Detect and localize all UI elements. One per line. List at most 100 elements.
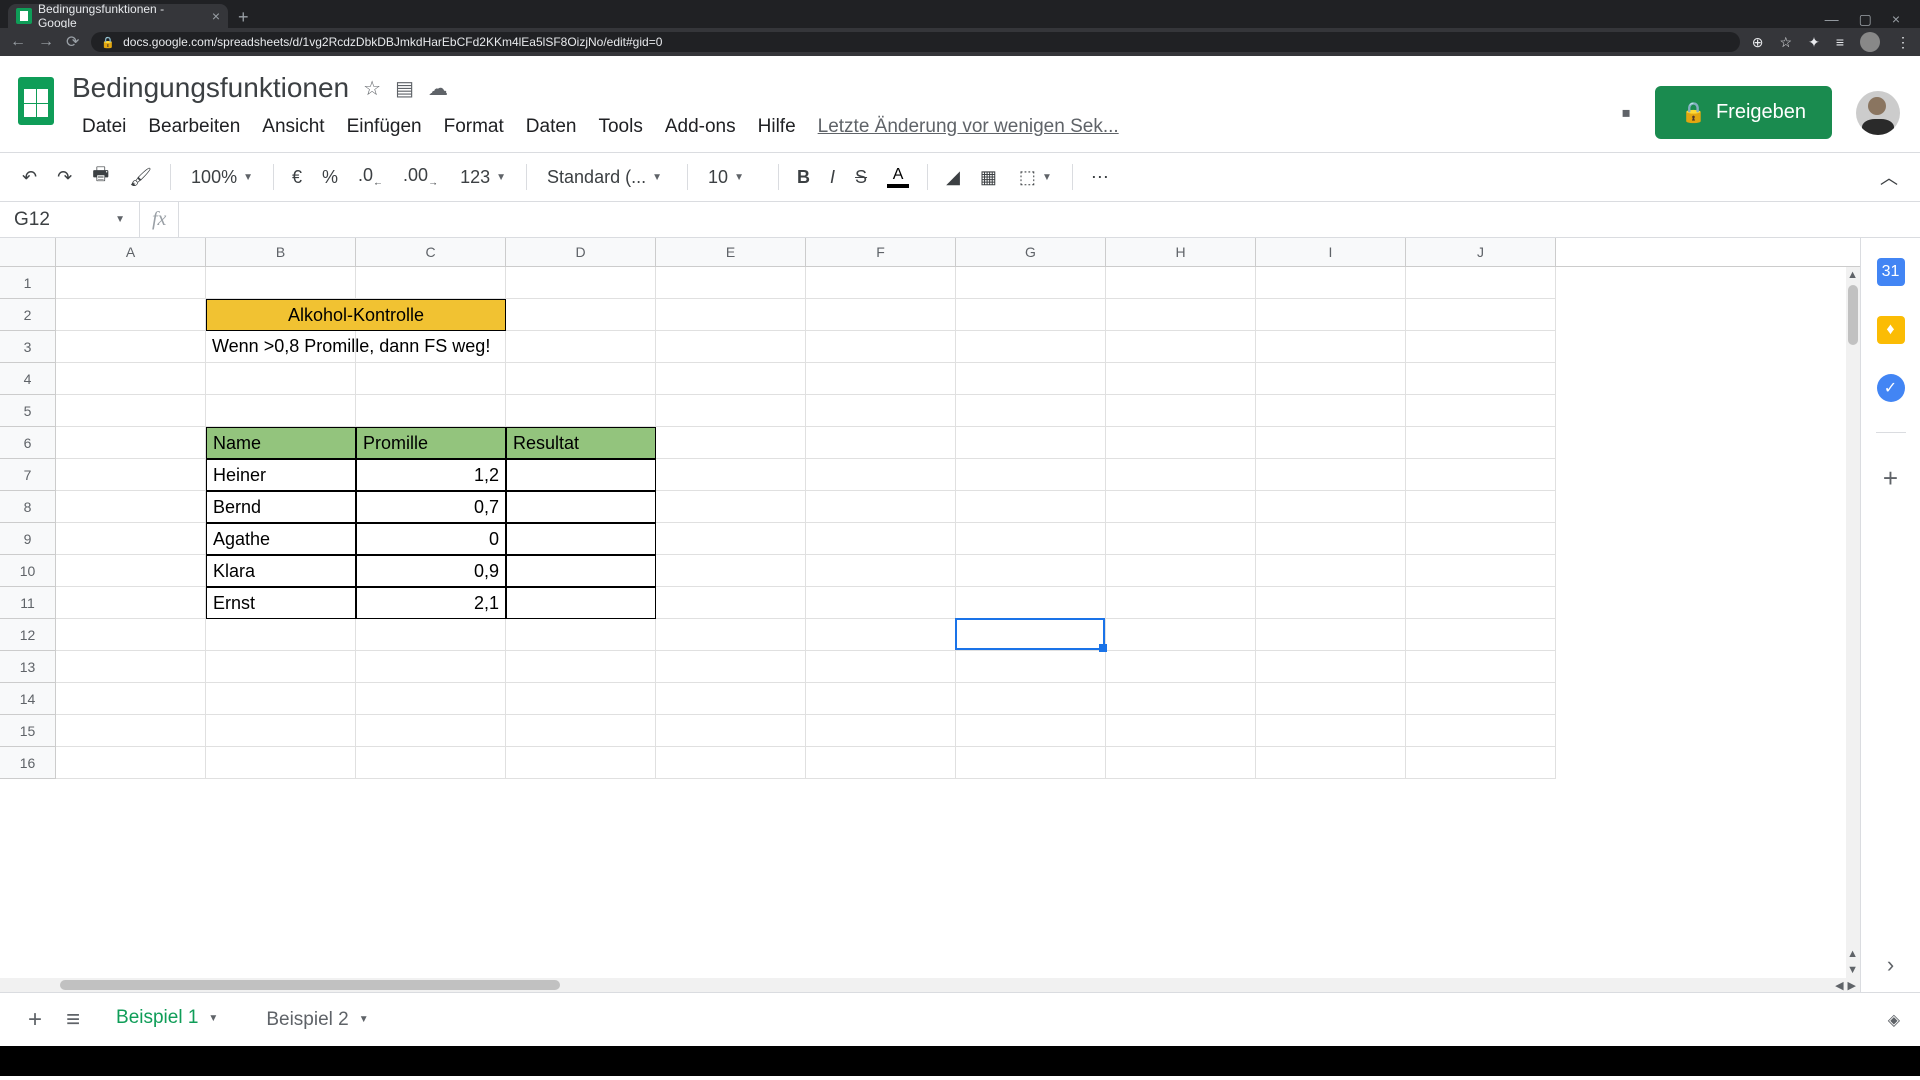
menu-addons[interactable]: Add-ons — [655, 112, 746, 142]
cell-B2[interactable]: Alkohol-Kontrolle — [206, 299, 506, 331]
cell-F14[interactable] — [806, 683, 956, 715]
cell-I3[interactable] — [1256, 331, 1406, 363]
cell-C16[interactable] — [356, 747, 506, 779]
keep-icon[interactable]: ♦ — [1877, 316, 1905, 344]
cell-B13[interactable] — [206, 651, 356, 683]
tasks-icon[interactable]: ✓ — [1877, 374, 1905, 402]
cell-H15[interactable] — [1106, 715, 1256, 747]
name-box[interactable]: G12 ▼ — [0, 202, 140, 237]
row-header-8[interactable]: 8 — [0, 491, 56, 523]
cell-H8[interactable] — [1106, 491, 1256, 523]
italic-button[interactable]: I — [822, 161, 843, 194]
cell-E5[interactable] — [656, 395, 806, 427]
cell-H2[interactable] — [1106, 299, 1256, 331]
cell-C10[interactable]: 0,9 — [356, 555, 506, 587]
row-header-13[interactable]: 13 — [0, 651, 56, 683]
cloud-status-icon[interactable]: ☁ — [428, 76, 448, 101]
cell-A10[interactable] — [56, 555, 206, 587]
cell-J15[interactable] — [1406, 715, 1556, 747]
cell-H3[interactable] — [1106, 331, 1256, 363]
cell-J13[interactable] — [1406, 651, 1556, 683]
cell-J4[interactable] — [1406, 363, 1556, 395]
cell-A4[interactable] — [56, 363, 206, 395]
zoom-icon[interactable]: ⊕ — [1752, 34, 1764, 51]
more-toolbar-icon[interactable]: ⋯ — [1083, 161, 1117, 194]
cell-A7[interactable] — [56, 459, 206, 491]
grid-body[interactable]: 12Alkohol-Kontrolle3Wenn >0,8 Promille, … — [0, 267, 1860, 978]
comments-icon[interactable]: ▪ — [1621, 97, 1631, 129]
row-header-16[interactable]: 16 — [0, 747, 56, 779]
cell-D8[interactable] — [506, 491, 656, 523]
expand-side-panel-icon[interactable]: › — [1887, 952, 1894, 978]
cell-D1[interactable] — [506, 267, 656, 299]
horizontal-scrollbar[interactable]: ◀▶ — [0, 978, 1860, 992]
cell-E3[interactable] — [656, 331, 806, 363]
cell-I2[interactable] — [1256, 299, 1406, 331]
row-header-10[interactable]: 10 — [0, 555, 56, 587]
cell-J1[interactable] — [1406, 267, 1556, 299]
col-header-E[interactable]: E — [656, 238, 806, 266]
cell-F6[interactable] — [806, 427, 956, 459]
cell-B9[interactable]: Agathe — [206, 523, 356, 555]
cell-A14[interactable] — [56, 683, 206, 715]
cell-H11[interactable] — [1106, 587, 1256, 619]
cell-E9[interactable] — [656, 523, 806, 555]
cell-C12[interactable] — [356, 619, 506, 651]
cell-B8[interactable]: Bernd — [206, 491, 356, 523]
cell-F10[interactable] — [806, 555, 956, 587]
cell-B12[interactable] — [206, 619, 356, 651]
cell-C14[interactable] — [356, 683, 506, 715]
cell-G6[interactable] — [956, 427, 1106, 459]
cell-J11[interactable] — [1406, 587, 1556, 619]
cell-D6[interactable]: Resultat — [506, 427, 656, 459]
cell-J7[interactable] — [1406, 459, 1556, 491]
maximize-icon[interactable]: ▢ — [1859, 11, 1872, 28]
browser-tab-active[interactable]: Bedingungsfunktionen - Google × — [8, 4, 228, 28]
cell-J2[interactable] — [1406, 299, 1556, 331]
vertical-scrollbar[interactable]: ▲ ▲ ▼ — [1846, 267, 1860, 978]
cell-A6[interactable] — [56, 427, 206, 459]
cell-F15[interactable] — [806, 715, 956, 747]
cell-B4[interactable] — [206, 363, 356, 395]
add-addon-icon[interactable]: + — [1883, 463, 1898, 494]
cell-F5[interactable] — [806, 395, 956, 427]
explore-icon[interactable]: ◈ — [1888, 1010, 1900, 1030]
cell-D11[interactable] — [506, 587, 656, 619]
cell-H1[interactable] — [1106, 267, 1256, 299]
menu-data[interactable]: Daten — [516, 112, 587, 142]
cell-I5[interactable] — [1256, 395, 1406, 427]
cell-C1[interactable] — [356, 267, 506, 299]
cell-C3[interactable] — [356, 331, 506, 363]
cell-H12[interactable] — [1106, 619, 1256, 651]
col-header-H[interactable]: H — [1106, 238, 1256, 266]
cell-E16[interactable] — [656, 747, 806, 779]
row-header-14[interactable]: 14 — [0, 683, 56, 715]
cell-B15[interactable] — [206, 715, 356, 747]
cell-H16[interactable] — [1106, 747, 1256, 779]
reading-list-icon[interactable]: ≡ — [1836, 34, 1844, 50]
row-header-4[interactable]: 4 — [0, 363, 56, 395]
cell-I4[interactable] — [1256, 363, 1406, 395]
cell-E7[interactable] — [656, 459, 806, 491]
cell-A8[interactable] — [56, 491, 206, 523]
cell-G14[interactable] — [956, 683, 1106, 715]
cell-C7[interactable]: 1,2 — [356, 459, 506, 491]
paint-format-icon[interactable]: 🖌 — [121, 161, 160, 194]
borders-icon[interactable]: ▦ — [972, 161, 1005, 194]
bold-button[interactable]: B — [789, 161, 818, 194]
cell-D14[interactable] — [506, 683, 656, 715]
cell-J12[interactable] — [1406, 619, 1556, 651]
cell-G10[interactable] — [956, 555, 1106, 587]
sheets-logo[interactable] — [10, 66, 62, 136]
cell-A12[interactable] — [56, 619, 206, 651]
cell-A16[interactable] — [56, 747, 206, 779]
cell-H4[interactable] — [1106, 363, 1256, 395]
col-header-G[interactable]: G — [956, 238, 1106, 266]
row-header-3[interactable]: 3 — [0, 331, 56, 363]
cell-D2[interactable] — [506, 299, 656, 331]
decrease-decimal-button[interactable]: .0← — [350, 159, 391, 195]
cell-D13[interactable] — [506, 651, 656, 683]
cell-F8[interactable] — [806, 491, 956, 523]
cell-D15[interactable] — [506, 715, 656, 747]
cell-G3[interactable] — [956, 331, 1106, 363]
